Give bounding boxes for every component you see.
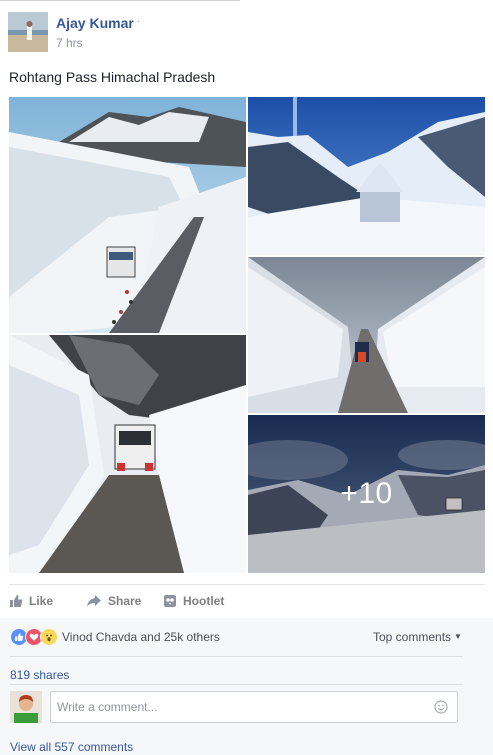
more-photos-overlay[interactable]: +10 [248,415,485,573]
top-comments-label: Top comments [373,630,452,644]
like-label: Like [29,594,54,608]
top-comments-dropdown[interactable]: Top comments ▼ [373,630,462,644]
comment-input-box[interactable] [50,691,458,723]
thumbs-up-icon [9,594,23,608]
shares-count[interactable]: 819 shares [10,668,69,682]
post-timestamp[interactable]: 7 hrs [56,36,83,50]
photo-4[interactable] [9,335,246,573]
post-text: Rohtang Pass Himachal Pradesh [9,69,216,85]
caret-down-icon: ▼ [454,632,462,641]
photo-3[interactable] [248,257,485,413]
view-all-comments-link[interactable]: View all 557 comments [10,740,133,754]
author-name[interactable]: Ajay Kumar [56,15,134,31]
share-button[interactable]: Share [86,594,141,608]
author-separator: · [137,16,141,27]
like-button[interactable]: Like [9,594,53,608]
top-divider [0,0,240,1]
reactions-summary[interactable] [10,628,58,646]
reactors-text[interactable]: Vinod Chavda and 25k others [62,630,220,644]
comment-input[interactable] [51,692,423,722]
share-arrow-icon [86,594,102,608]
shares-divider [10,684,463,685]
hootlet-icon [163,594,177,608]
current-user-avatar [10,691,42,723]
reactions-divider [10,656,463,657]
author-avatar[interactable] [8,12,48,52]
share-label: Share [108,594,142,608]
hootlet-button[interactable]: Hootlet [163,594,224,608]
more-photos-count: +10 [340,477,393,510]
hootlet-label: Hootlet [183,594,225,608]
photo-divider [9,584,485,585]
photo-1[interactable] [9,97,246,333]
smiley-icon[interactable] [434,700,448,719]
photo-2[interactable] [248,97,485,255]
wow-reaction-icon [40,628,58,646]
photo-5[interactable]: +10 [248,415,485,573]
